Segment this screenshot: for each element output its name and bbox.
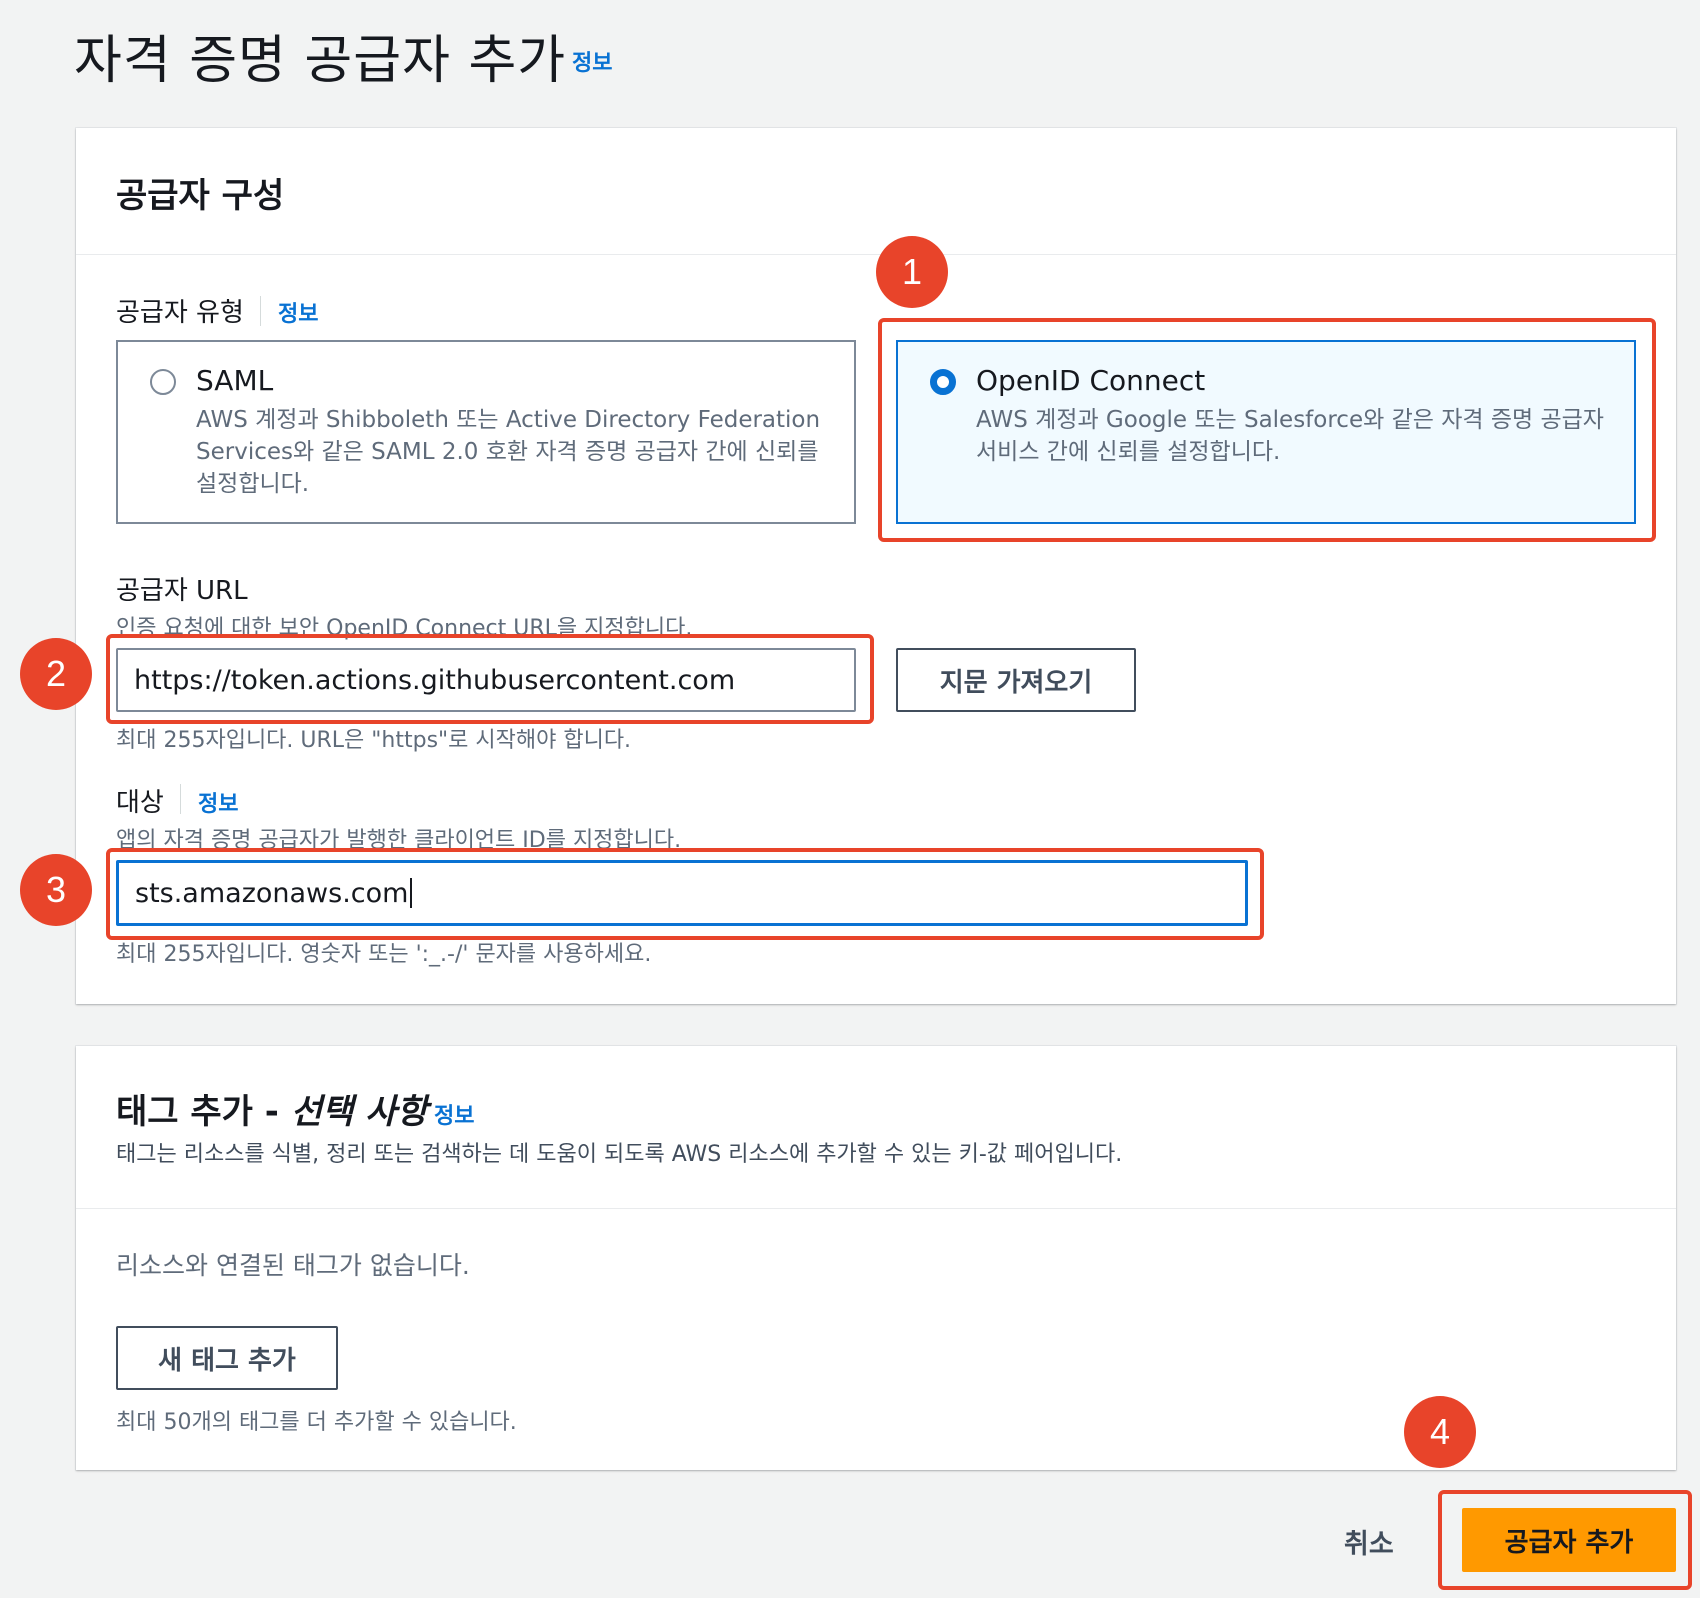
oidc-option[interactable]: OpenID Connect AWS 계정과 Google 또는 Salesfo… bbox=[896, 340, 1636, 524]
oidc-radio[interactable] bbox=[930, 369, 956, 395]
audience-label: 대상 bbox=[116, 788, 164, 818]
add-tag-button[interactable]: 새 태그 추가 bbox=[116, 1326, 338, 1390]
tags-limit-text: 최대 50개의 태그를 더 추가할 수 있습니다. bbox=[116, 1410, 517, 1435]
provider-url-input[interactable]: https://token.actions.githubusercontent.… bbox=[116, 648, 856, 712]
provider-config-header: 공급자 구성 bbox=[76, 128, 1676, 255]
annotation-badge-1: 1 bbox=[876, 236, 948, 308]
oidc-option-title: OpenID Connect bbox=[976, 364, 1206, 397]
audience-value: sts.amazonaws.com bbox=[135, 877, 409, 909]
add-provider-button[interactable]: 공급자 추가 bbox=[1462, 1508, 1676, 1572]
oidc-option-description: AWS 계정과 Google 또는 Salesforce와 같은 자격 증명 공… bbox=[976, 407, 1604, 465]
tags-heading-optional: 선택 사항 bbox=[290, 1092, 428, 1132]
annotation-badge-3: 3 bbox=[20, 854, 92, 926]
provider-url-value: https://token.actions.githubusercontent.… bbox=[134, 664, 736, 696]
provider-config-panel: 공급자 구성 공급자 유형 정보 SAML AWS 계정과 Shibboleth… bbox=[76, 128, 1676, 1004]
audience-constraint: 최대 255자입니다. 영숫자 또는 ':_.-/' 문자를 사용하세요. bbox=[116, 942, 652, 967]
no-tags-text: 리소스와 연결된 태그가 없습니다. bbox=[116, 1251, 470, 1280]
tags-heading: 태그 추가 - 선택 사항 bbox=[116, 1084, 428, 1133]
saml-option-description: AWS 계정과 Shibboleth 또는 Active Directory F… bbox=[196, 407, 821, 497]
annotation-badge-2: 2 bbox=[20, 638, 92, 710]
fetch-thumbprint-button[interactable]: 지문 가져오기 bbox=[896, 648, 1136, 712]
title-info-link[interactable]: 정보 bbox=[572, 45, 612, 77]
saml-option-title: SAML bbox=[196, 364, 274, 397]
provider-config-heading: 공급자 구성 bbox=[116, 176, 285, 216]
provider-type-info-link[interactable]: 정보 bbox=[278, 296, 318, 328]
tags-heading-main: 태그 추가 - bbox=[116, 1092, 291, 1132]
provider-type-label: 공급자 유형 bbox=[116, 298, 244, 328]
page-title: 자격 증명 공급자 추가 bbox=[74, 31, 567, 91]
provider-url-constraint: 최대 255자입니다. URL은 "https"로 시작해야 합니다. bbox=[116, 728, 632, 753]
tags-header: 태그 추가 - 선택 사항 정보 태그는 리소스를 식별, 정리 또는 검색하는… bbox=[76, 1046, 1676, 1209]
provider-url-label: 공급자 URL bbox=[116, 576, 248, 606]
audience-description: 앱의 자격 증명 공급자가 발행한 클라이언트 ID를 지정합니다. bbox=[116, 828, 682, 853]
audience-input[interactable]: sts.amazonaws.com bbox=[116, 860, 1248, 926]
label-divider bbox=[260, 296, 261, 326]
annotation-badge-4: 4 bbox=[1404, 1396, 1476, 1468]
tags-info-link[interactable]: 정보 bbox=[434, 1098, 474, 1130]
cancel-button[interactable]: 취소 bbox=[1344, 1522, 1394, 1561]
label-divider bbox=[180, 784, 181, 814]
saml-option[interactable]: SAML AWS 계정과 Shibboleth 또는 Active Direct… bbox=[116, 340, 856, 524]
tags-description: 태그는 리소스를 식별, 정리 또는 검색하는 데 도움이 되도록 AWS 리소… bbox=[116, 1142, 1123, 1167]
saml-radio[interactable] bbox=[150, 369, 176, 395]
provider-url-description: 인증 요청에 대한 보안 OpenID Connect URL을 지정합니다. bbox=[116, 616, 693, 641]
text-caret bbox=[410, 878, 413, 908]
audience-info-link[interactable]: 정보 bbox=[198, 786, 238, 818]
